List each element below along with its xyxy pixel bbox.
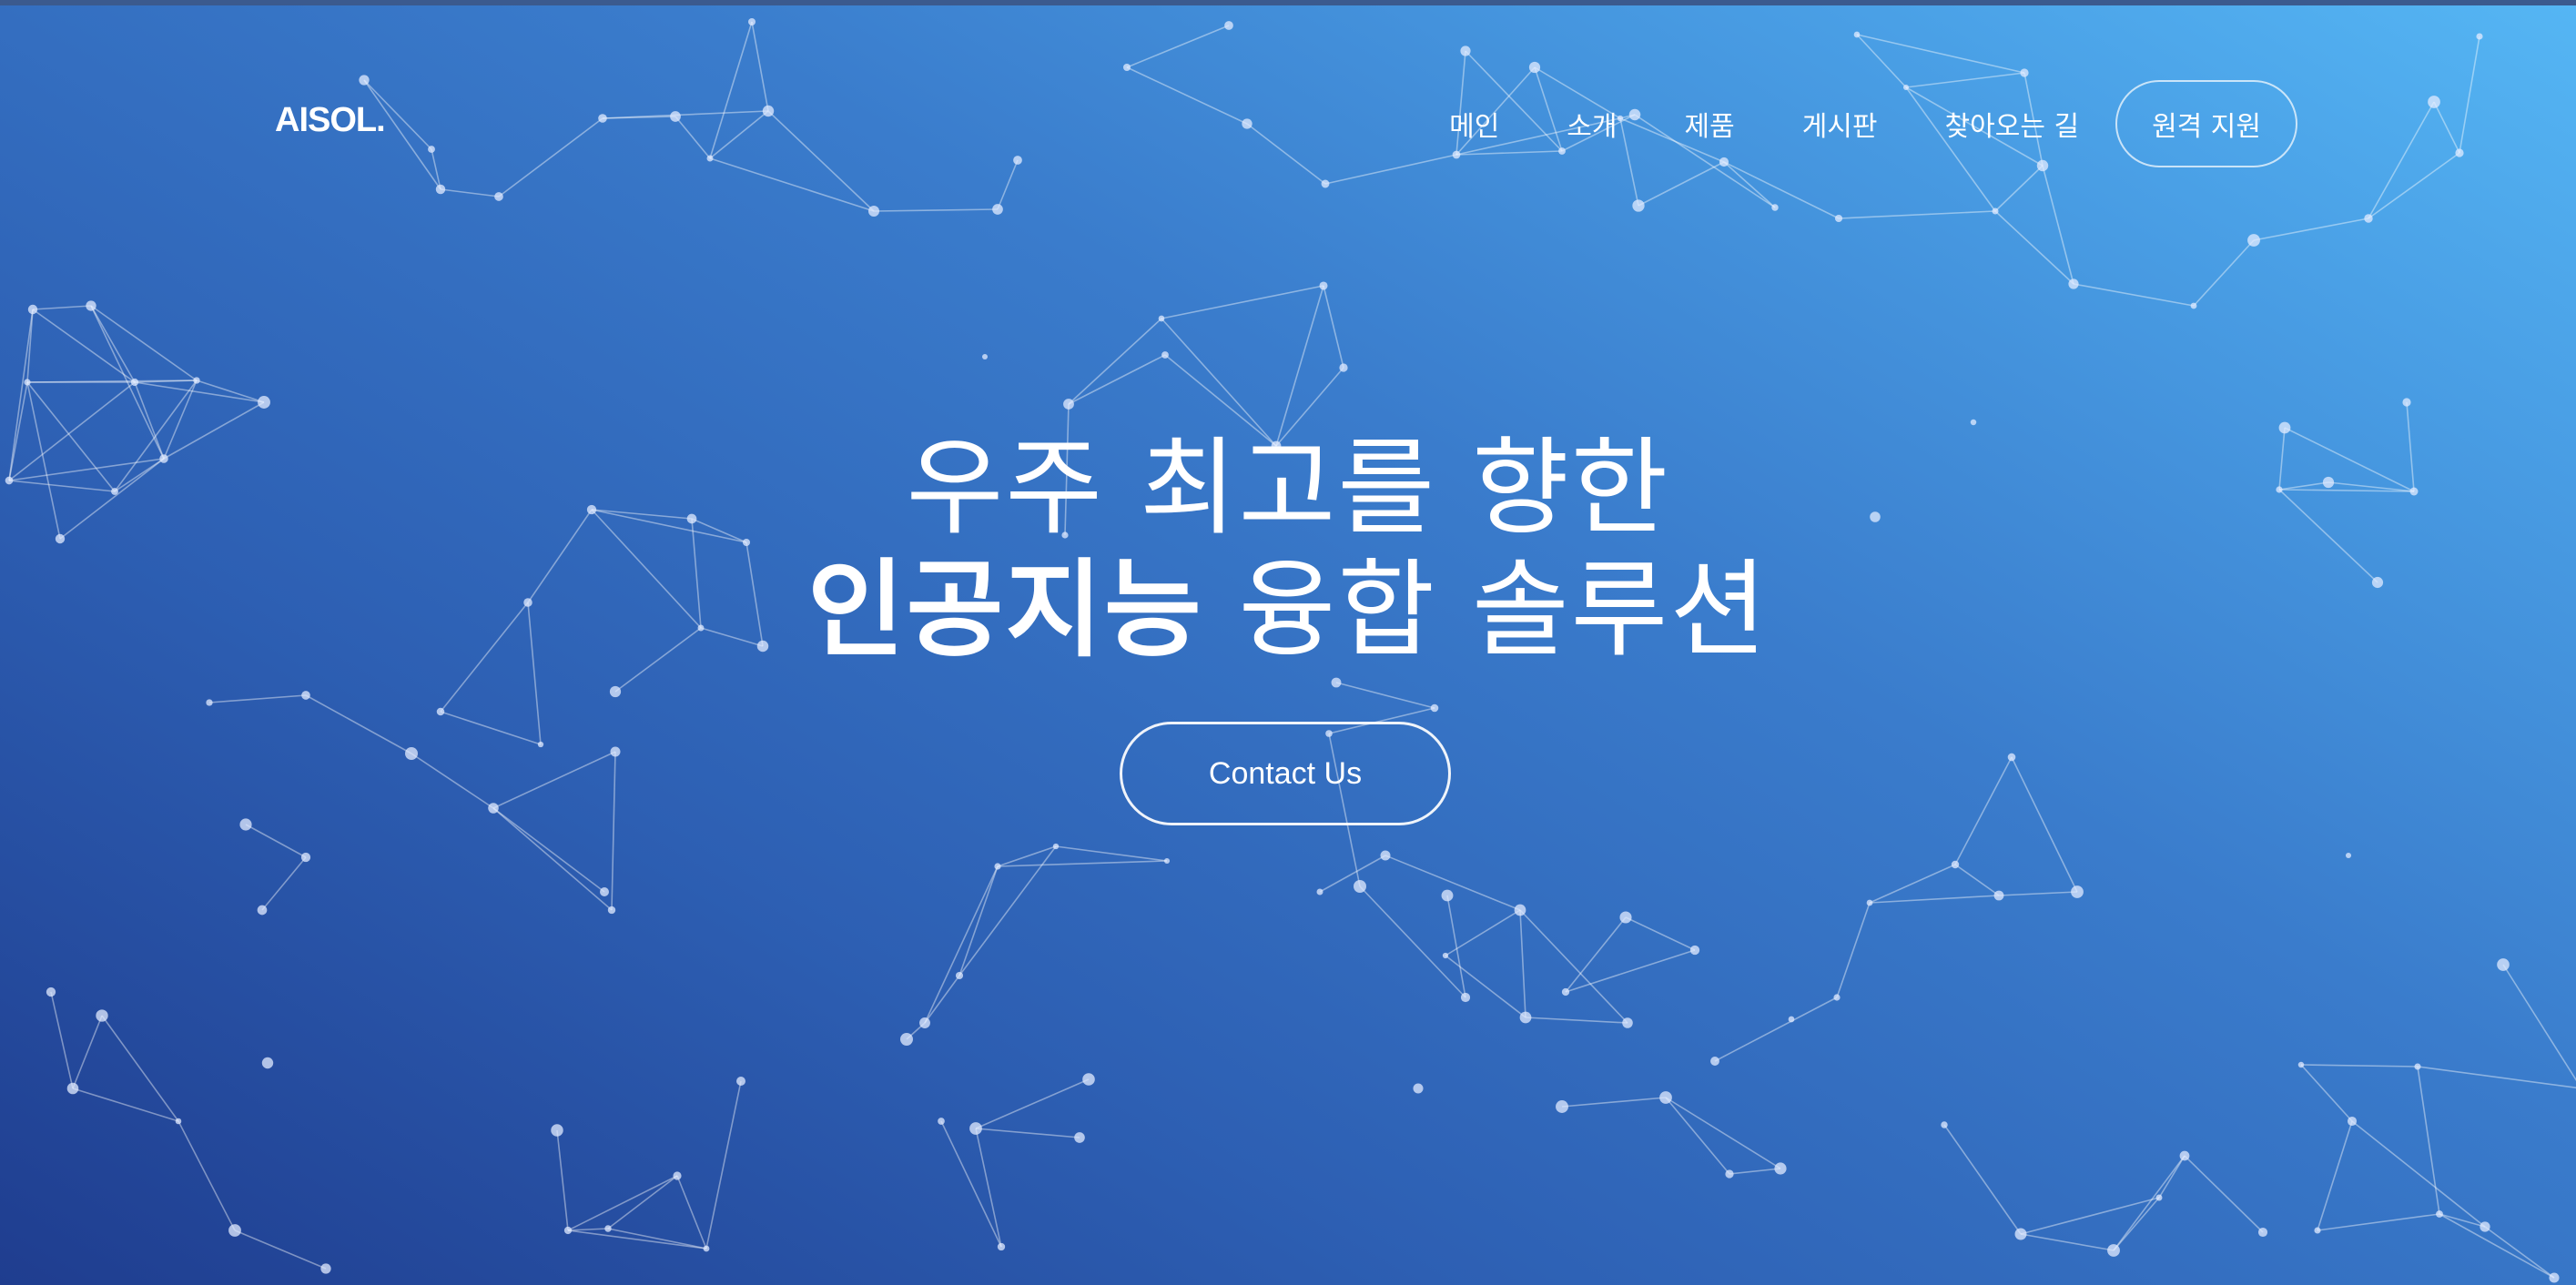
hero-headline: 우주 최고를 향한 인공지능 융합 솔루션 [0,428,2576,672]
headline-line-2: 인공지능 융합 솔루션 [0,550,2576,672]
logo[interactable]: AISOL. [275,101,386,140]
main-nav: 메인 소개 제품 게시판 찾아오는 길 원격 지원 [1449,80,2297,167]
nav-item-about[interactable]: 소개 [1567,104,1617,144]
contact-us-button[interactable]: Contact Us [1120,722,1451,825]
headline-remainder: 융합 솔루션 [1202,549,1770,672]
hero-section: AISOL. 메인 소개 제품 게시판 찾아오는 길 원격 지원 우주 최고를 … [0,0,2576,1285]
remote-support-button[interactable]: 원격 지원 [2115,80,2297,167]
headline-emphasis: 인공지능 [806,549,1203,672]
nav-item-board[interactable]: 게시판 [1802,104,1878,144]
headline-line-1: 우주 최고를 향한 [906,427,1670,550]
site-header: AISOL. 메인 소개 제품 게시판 찾아오는 길 원격 지원 [0,0,2576,167]
nav-item-main[interactable]: 메인 [1449,104,1499,144]
nav-item-products[interactable]: 제품 [1685,104,1735,144]
nav-item-directions[interactable]: 찾아오는 길 [1945,104,2080,144]
